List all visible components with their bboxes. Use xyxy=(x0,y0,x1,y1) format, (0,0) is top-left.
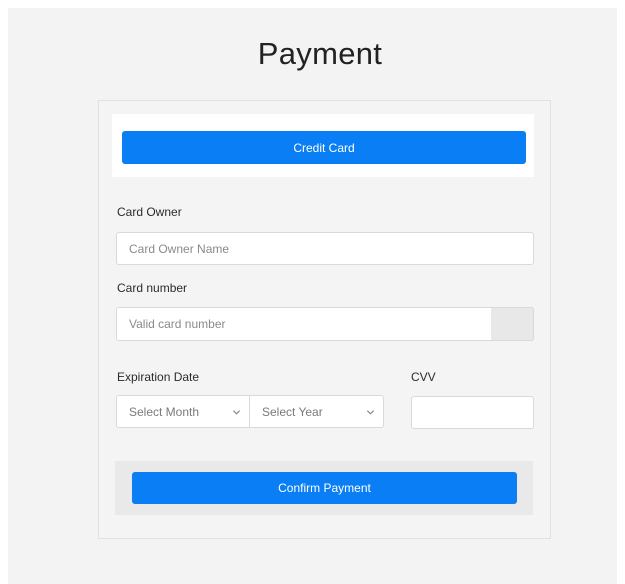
chevron-down-icon xyxy=(232,409,241,415)
expiration-year-select[interactable]: Select Year xyxy=(249,395,384,428)
page-title: Payment xyxy=(257,36,383,71)
card-owner-placeholder: Card Owner Name xyxy=(129,241,230,256)
card-number-input[interactable]: Valid card number xyxy=(116,307,492,341)
card-number-placeholder: Valid card number xyxy=(129,317,226,331)
cvv-input[interactable] xyxy=(411,396,534,429)
card-owner-input[interactable]: Card Owner Name xyxy=(116,232,534,265)
card-number-label: Card number xyxy=(117,281,188,295)
expiration-year-value: Select Year xyxy=(262,404,323,419)
expiration-month-select[interactable]: Select Month xyxy=(116,395,250,428)
tab-credit-card[interactable]: Credit Card xyxy=(122,131,526,164)
card-addon xyxy=(491,307,534,341)
card-owner-label: Card Owner xyxy=(117,205,182,219)
chevron-down-icon xyxy=(366,409,375,415)
expiration-month-value: Select Month xyxy=(129,404,200,419)
expiration-date-label: Expiration Date xyxy=(117,370,200,384)
cvv-label: CVV xyxy=(411,370,436,384)
confirm-payment-button[interactable]: Confirm Payment xyxy=(132,472,517,504)
